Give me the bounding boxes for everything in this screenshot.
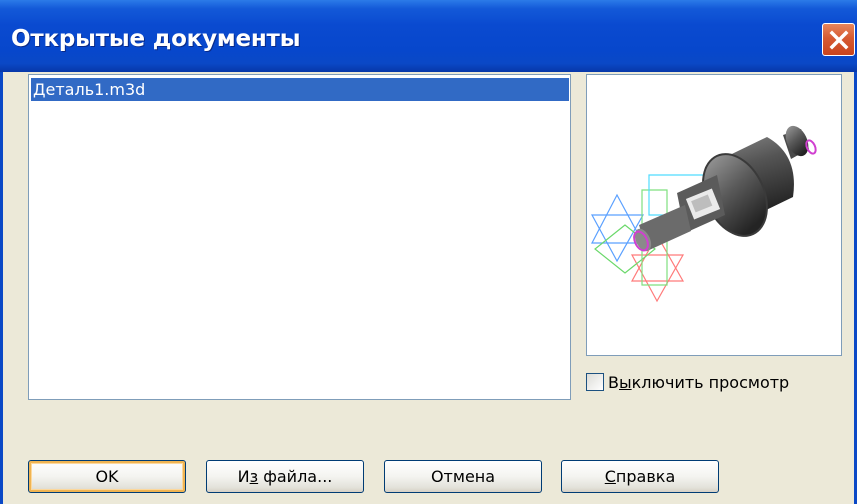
from-file-prefix: И — [237, 467, 250, 486]
3d-shaft-part-preview — [590, 125, 817, 303]
dialog-title: Открытые документы — [11, 26, 301, 52]
ok-button[interactable]: OK — [28, 460, 186, 493]
ok-button-label: OK — [95, 467, 119, 486]
close-x-icon — [829, 30, 848, 49]
disable-preview-checkbox-row[interactable]: Выключить просмотр — [586, 371, 789, 393]
open-documents-list[interactable]: Деталь1.m3d — [28, 74, 571, 400]
help-accel: С — [604, 467, 616, 486]
cancel-button[interactable]: Отмена — [384, 460, 542, 493]
disable-preview-label-accel: ы — [618, 372, 632, 392]
cancel-button-label: Отмена — [430, 467, 496, 486]
document-preview — [586, 74, 842, 356]
close-button[interactable] — [822, 23, 855, 56]
disable-preview-checkbox[interactable] — [586, 373, 604, 391]
list-item-label: Деталь1.m3d — [33, 80, 146, 99]
title-bar[interactable]: Открытые документы — [0, 0, 857, 72]
list-item-document[interactable]: Деталь1.m3d — [31, 78, 569, 101]
from-file-accel: з — [249, 467, 259, 486]
help-suffix: правка — [615, 467, 676, 486]
from-file-button-label: Из файла... — [238, 467, 333, 486]
disable-preview-label-prefix: В — [608, 372, 619, 392]
window-frame-left — [0, 72, 3, 504]
help-button-label: Справка — [605, 467, 676, 486]
help-button[interactable]: Справка — [561, 460, 719, 493]
from-file-suffix: файла... — [258, 467, 333, 486]
from-file-button[interactable]: Из файла... — [206, 460, 364, 493]
disable-preview-label-suffix: ключить просмотр — [631, 372, 790, 392]
disable-preview-label: Выключить просмотр — [608, 373, 789, 392]
